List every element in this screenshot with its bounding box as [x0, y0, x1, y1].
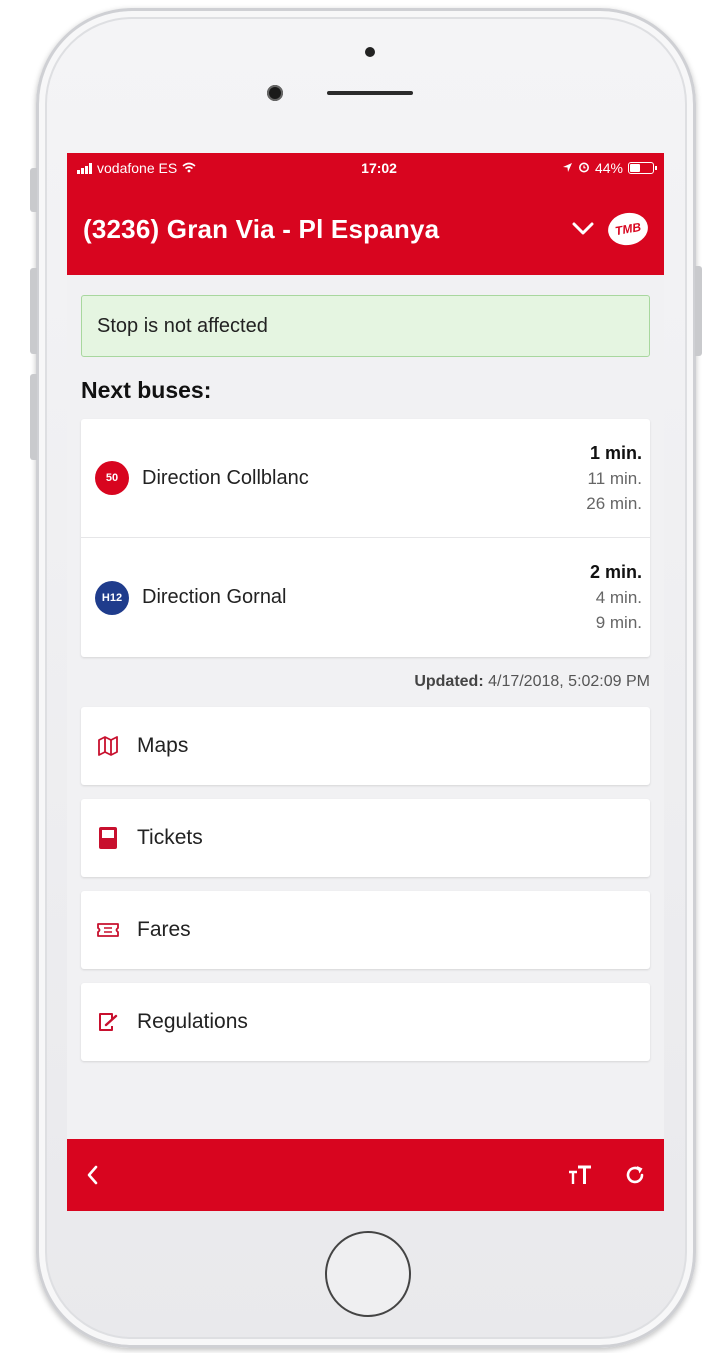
status-time: 17:02 — [361, 160, 397, 176]
arrival-times: 1 min. 11 min. 26 min. — [586, 443, 642, 514]
menu-item-regulations[interactable]: Regulations — [81, 983, 650, 1061]
bottom-actions — [568, 1164, 646, 1186]
text-size-icon[interactable] — [568, 1164, 592, 1186]
battery-percent: 44% — [594, 160, 623, 176]
volume-up-button — [30, 268, 37, 354]
status-bar: vodafone ES 17:02 44% — [67, 153, 664, 183]
menu-item-label: Regulations — [137, 1010, 248, 1033]
updated-value: 4/17/2018, 5:02:09 PM — [488, 673, 650, 690]
line-badge-h12: H12 — [95, 580, 129, 615]
bus-direction: Direction Gornal — [142, 586, 287, 608]
next-buses-list: 50 Direction Collblanc 1 min. 11 min. 26… — [81, 419, 650, 657]
home-button[interactable] — [325, 1231, 411, 1317]
arrival-time: 11 min. — [587, 468, 643, 488]
regulations-icon — [95, 1009, 121, 1035]
arrival-times: 2 min. 4 min. 9 min. — [590, 562, 642, 633]
mute-switch — [30, 168, 37, 212]
battery-level — [629, 164, 640, 172]
menu-item-label: Maps — [137, 734, 189, 757]
alarm-icon — [578, 160, 590, 176]
arrival-time: 4 min. — [595, 588, 642, 607]
carrier-name: vodafone ES — [97, 160, 178, 176]
signal-icon — [77, 162, 92, 174]
stop-status-text: Stop is not affected — [97, 314, 268, 337]
menu-item-tickets[interactable]: Tickets — [81, 799, 650, 877]
battery-icon — [627, 162, 657, 174]
stop-status-alert: Stop is not affected — [81, 295, 650, 357]
next-buses-heading: Next buses: — [81, 377, 212, 403]
power-button — [695, 266, 702, 356]
location-arrow-icon — [562, 160, 573, 176]
arrival-time: 2 min. — [589, 562, 642, 582]
refresh-icon[interactable] — [624, 1164, 646, 1186]
status-left: vodafone ES — [77, 160, 196, 176]
updated-timestamp: Updated: 4/17/2018, 5:02:09 PM — [81, 673, 650, 691]
earpiece-speaker — [327, 91, 413, 95]
arrival-time: 9 min. — [595, 613, 642, 632]
app-screen: vodafone ES 17:02 44% (3236) Gran Via - … — [67, 153, 664, 1211]
proximity-sensor — [365, 47, 375, 57]
bus-row[interactable]: H12 Direction Gornal 2 min. 4 min. 9 min… — [81, 538, 650, 657]
map-icon — [95, 733, 121, 759]
chevron-down-icon[interactable] — [572, 218, 594, 240]
ticket-card-icon — [95, 825, 121, 851]
wifi-icon — [182, 160, 196, 176]
menu-item-label: Fares — [137, 918, 191, 941]
menu-item-fares[interactable]: Fares — [81, 891, 650, 969]
main-content: Stop is not affected Next buses: 50 Dire… — [67, 275, 664, 1061]
volume-down-button — [30, 374, 37, 460]
updated-label: Updated: — [414, 673, 484, 690]
arrival-time: 1 min. — [589, 442, 642, 463]
menu-item-label: Tickets — [137, 826, 203, 849]
fare-ticket-icon — [95, 917, 121, 943]
arrival-time: 26 min. — [586, 493, 642, 513]
back-icon[interactable] — [85, 1164, 99, 1186]
line-badge-50: 50 — [95, 461, 129, 495]
bus-row-info: 50 Direction Collblanc — [95, 461, 309, 495]
stop-title: (3236) Gran Via - Pl Espanya — [83, 213, 440, 244]
bus-row-info: H12 Direction Gornal — [95, 580, 287, 615]
menu-item-maps[interactable]: Maps — [81, 707, 650, 785]
header-actions: TMB — [572, 209, 651, 249]
tmb-logo: TMB — [605, 209, 651, 249]
bottom-toolbar — [67, 1139, 664, 1211]
bus-direction: Direction Collblanc — [142, 466, 309, 489]
bus-row[interactable]: 50 Direction Collblanc 1 min. 11 min. 26… — [81, 419, 650, 538]
header-bar: (3236) Gran Via - Pl Espanya TMB — [67, 183, 664, 275]
front-camera — [267, 85, 283, 101]
status-right: 44% — [562, 160, 657, 176]
